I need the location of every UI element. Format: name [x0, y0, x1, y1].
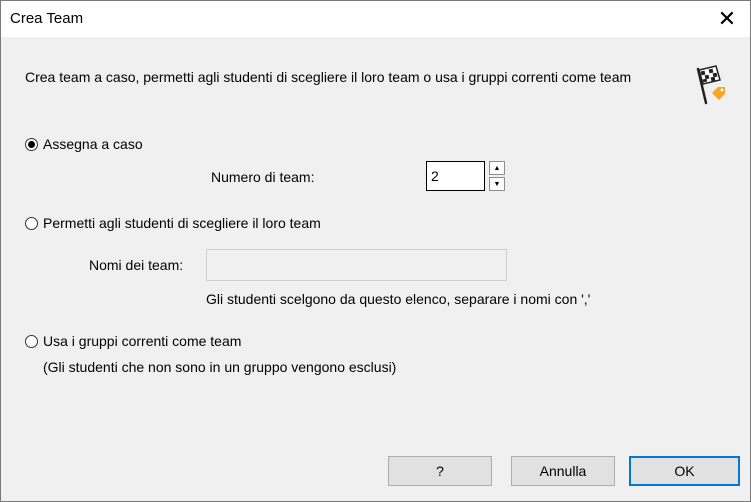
radio-students-choose[interactable]: Permetti agli studenti di scegliere il l…	[25, 215, 321, 231]
radio-groups-label: Usa i gruppi correnti come team	[43, 333, 242, 349]
radio-random-assign[interactable]: Assegna a caso	[25, 136, 143, 152]
radio-button[interactable]	[25, 216, 38, 230]
stepper-down-button[interactable]: ▼	[489, 177, 505, 191]
dialog-description: Crea team a caso, permetti agli studenti…	[25, 69, 632, 85]
help-button[interactable]: ?	[388, 456, 492, 486]
radio-use-groups[interactable]: Usa i gruppi correnti come team	[25, 333, 241, 349]
stepper-up-button[interactable]: ▲	[489, 161, 505, 175]
team-count-stepper: ▲ ▼	[489, 161, 505, 191]
groups-note: (Gli studenti che non sono in un gruppo …	[43, 359, 397, 375]
ok-button[interactable]: OK	[629, 456, 740, 486]
radio-choose-label: Permetti agli studenti di scegliere il l…	[43, 215, 321, 231]
radio-random-label: Assegna a caso	[43, 136, 143, 152]
close-icon: ✕	[717, 6, 737, 31]
radio-selected-dot	[28, 140, 35, 148]
cancel-button[interactable]: Annulla	[511, 456, 615, 486]
radio-button[interactable]	[25, 334, 38, 348]
team-names-input[interactable]	[206, 249, 507, 281]
team-count-label: Numero di team:	[211, 169, 315, 185]
radio-button[interactable]	[25, 137, 38, 151]
up-arrow-icon: ▲	[493, 164, 501, 172]
title-bar: Crea Team ✕	[1, 1, 750, 37]
checkered-flag-tag-icon	[696, 65, 725, 105]
down-arrow-icon: ▼	[493, 180, 501, 188]
team-names-hint: Gli studenti scelgono da questo elenco, …	[206, 291, 591, 307]
window-title: Crea Team	[10, 10, 84, 27]
close-button[interactable]: ✕	[704, 1, 750, 37]
create-team-dialog: Crea Team ✕ Crea team a caso, permetti a…	[0, 0, 751, 502]
team-count-input[interactable]	[426, 161, 485, 191]
team-names-label: Nomi dei team:	[89, 257, 184, 273]
